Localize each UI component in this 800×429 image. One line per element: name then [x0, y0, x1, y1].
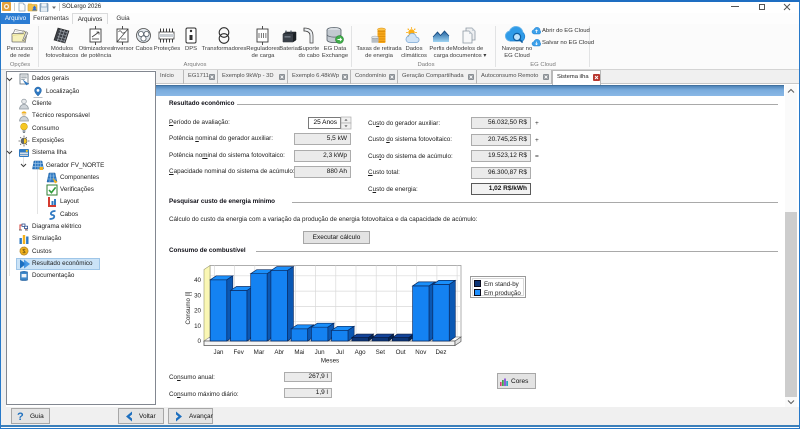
- svg-text:Jul: Jul: [336, 349, 344, 356]
- svg-text:0: 0: [198, 338, 202, 345]
- svg-text:Abr: Abr: [274, 349, 284, 356]
- svg-text:Nov: Nov: [415, 349, 427, 356]
- svg-text:Dez: Dez: [435, 349, 446, 356]
- svg-text:20: 20: [194, 308, 201, 315]
- svg-text:10: 10: [194, 323, 201, 330]
- svg-text:Out: Out: [396, 349, 406, 356]
- svg-text:Jan: Jan: [214, 349, 225, 356]
- svg-text:Consumo [l]: Consumo [l]: [185, 291, 192, 324]
- svg-text:Fev: Fev: [234, 349, 245, 356]
- svg-text:40: 40: [194, 277, 201, 284]
- svg-text:Mar: Mar: [254, 349, 265, 356]
- svg-text:Mai: Mai: [294, 349, 304, 356]
- svg-text:30: 30: [194, 292, 201, 299]
- svg-text:?: ?: [17, 411, 24, 423]
- svg-text:Meses: Meses: [321, 358, 339, 365]
- svg-text:Set: Set: [376, 349, 386, 356]
- svg-text:Ago: Ago: [355, 349, 367, 356]
- svg-text:Jun: Jun: [315, 349, 326, 356]
